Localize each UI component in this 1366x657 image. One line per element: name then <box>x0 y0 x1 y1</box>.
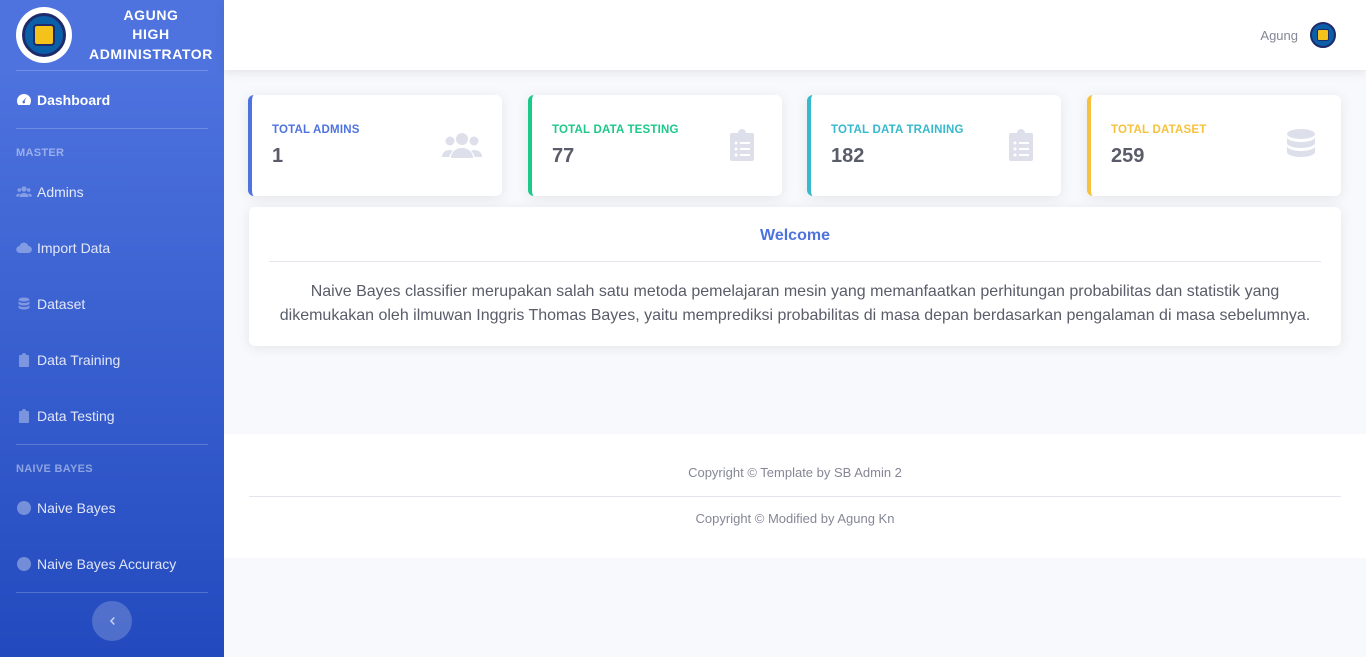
sidebar-item-admins[interactable]: Admins <box>0 164 224 220</box>
sidebar-item-label: Dataset <box>37 296 86 312</box>
brand-text: AGUNG HIGH ADMINISTRATOR <box>72 6 224 65</box>
sidebar: AGUNG HIGH ADMINISTRATOR Dashboard MASTE… <box>0 0 224 657</box>
stat-card-total-data-training: TOTAL DATA TRAINING 182 <box>807 95 1061 196</box>
chevron-left-icon <box>110 617 115 625</box>
stat-value: 1 <box>272 145 284 167</box>
brand-line-2: HIGH <box>132 26 170 43</box>
brand-line-1: AGUNG <box>123 6 179 23</box>
topbar: Agung <box>224 0 1366 70</box>
stat-card-total-dataset: TOTAL DATASET 259 <box>1087 95 1341 196</box>
welcome-title: Welcome <box>760 227 830 244</box>
sidebar-item-import-data[interactable]: Import Data <box>0 220 224 276</box>
stat-value: 259 <box>1111 145 1145 167</box>
stat-value: 77 <box>552 145 575 167</box>
tachometer-icon <box>16 92 32 108</box>
stat-card-total-admins: TOTAL ADMINS 1 <box>248 95 502 196</box>
stat-card-total-data-testing: TOTAL DATA TESTING 77 <box>528 95 782 196</box>
clipboard-icon <box>16 408 32 424</box>
users-icon <box>442 129 482 161</box>
database-icon <box>1281 129 1321 161</box>
sidebar-divider <box>16 592 208 593</box>
sidebar-heading-naive-bayes: NAIVE BAYES <box>16 463 93 475</box>
stat-label: TOTAL DATASET <box>1111 124 1207 136</box>
sidebar-item-label: Dashboard <box>37 91 111 108</box>
sidebar-item-naive-bayes[interactable]: Naive Bayes <box>0 480 224 536</box>
sidebar-item-data-testing[interactable]: Data Testing <box>0 388 224 444</box>
sidebar-item-label: Import Data <box>37 240 111 256</box>
brand-logo <box>16 7 72 63</box>
sidebar-heading-master: MASTER <box>16 147 65 159</box>
sidebar-item-label: Data Testing <box>37 408 115 424</box>
stat-label: TOTAL DATA TESTING <box>552 124 679 136</box>
welcome-body: Naive Bayes classifier merupakan salah s… <box>279 283 1311 324</box>
sidebar-item-label: Admins <box>37 184 84 200</box>
footer-copyright-modified: Copyright © Modified by Agung Kn <box>695 511 895 526</box>
cloud-icon <box>16 240 32 256</box>
sidebar-item-data-training[interactable]: Data Training <box>0 332 224 388</box>
user-name[interactable]: Agung <box>1260 28 1298 43</box>
stat-label: TOTAL ADMINS <box>272 124 360 136</box>
sidebar-toggle-button[interactable] <box>92 601 132 641</box>
welcome-card: Welcome Naive Bayes classifier merupakan… <box>249 207 1341 346</box>
stat-value: 182 <box>831 145 865 167</box>
clipboard-list-icon <box>1001 129 1041 161</box>
users-icon <box>16 184 32 200</box>
circle-icon <box>16 500 32 516</box>
circle-icon <box>16 556 32 572</box>
clipboard-icon <box>16 352 32 368</box>
sidebar-item-dashboard[interactable]: Dashboard <box>0 71 224 128</box>
stat-label: TOTAL DATA TRAINING <box>831 124 964 136</box>
sidebar-brand[interactable]: AGUNG HIGH ADMINISTRATOR <box>0 0 224 70</box>
sidebar-item-label: Naive Bayes Accuracy <box>37 556 177 572</box>
sidebar-item-naive-bayes-accuracy[interactable]: Naive Bayes Accuracy <box>0 536 224 592</box>
avatar[interactable] <box>1310 22 1336 48</box>
sidebar-item-label: Data Training <box>37 352 121 368</box>
sidebar-item-dataset[interactable]: Dataset <box>0 276 224 332</box>
sidebar-item-label: Naive Bayes <box>37 500 116 516</box>
clipboard-list-icon <box>722 129 762 161</box>
brand-line-3: ADMINISTRATOR <box>89 45 213 62</box>
footer: Copyright © Template by SB Admin 2 Copyr… <box>224 434 1366 558</box>
database-icon <box>16 296 32 312</box>
footer-copyright-template: Copyright © Template by SB Admin 2 <box>688 465 902 480</box>
footer-divider <box>249 496 1341 497</box>
